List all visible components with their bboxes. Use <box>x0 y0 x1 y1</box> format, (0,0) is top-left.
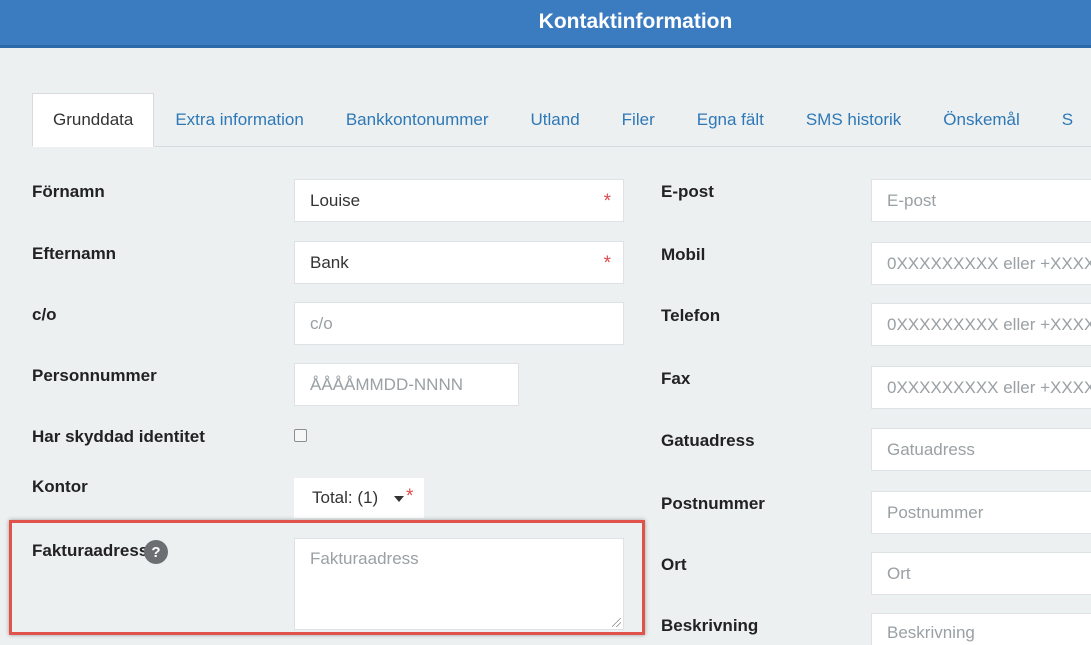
tab-onskemal[interactable]: Önskemål <box>922 93 1041 146</box>
required-marker: * <box>603 191 611 212</box>
kontor-value: Total: (1) <box>312 488 379 507</box>
co-placeholder: c/o <box>310 313 333 333</box>
mobil-placeholder: 0XXXXXXXXX eller +XXXX <box>887 253 1091 273</box>
personnummer-label: Personnummer <box>32 366 157 385</box>
tab-bar: Grunddata Extra information Bankkontonum… <box>32 93 1091 147</box>
kontor-select[interactable]: Total: (1) * <box>294 478 424 518</box>
telefon-label: Telefon <box>661 306 721 325</box>
gatuadress-field[interactable]: Gatuadress <box>871 428 1091 471</box>
co-field[interactable]: c/o <box>294 302 624 345</box>
gatuadress-placeholder: Gatuadress <box>887 439 975 459</box>
tab-sms-historik[interactable]: SMS historik <box>785 93 922 146</box>
highlight-box <box>9 520 645 635</box>
beskrivning-field[interactable]: Beskrivning <box>871 613 1091 645</box>
postnummer-placeholder: Postnummer <box>887 502 984 522</box>
fax-label: Fax <box>661 369 691 388</box>
fornamn-value: Louise <box>310 190 361 210</box>
postnummer-label: Postnummer <box>661 494 765 513</box>
ort-placeholder: Ort <box>887 563 911 583</box>
page-header: Kontaktinformation <box>0 0 1091 48</box>
personnummer-placeholder: ÅÅÅÅMMDD-NNNN <box>310 374 463 394</box>
personnummer-field[interactable]: ÅÅÅÅMMDD-NNNN <box>294 363 519 406</box>
epost-field[interactable]: E-post <box>871 179 1091 222</box>
required-marker: * <box>406 486 414 507</box>
tab-egna-falt[interactable]: Egna fält <box>676 93 785 146</box>
ort-field[interactable]: Ort <box>871 552 1091 595</box>
tab-bankkontonummer[interactable]: Bankkontonummer <box>325 93 510 146</box>
tab-overflow[interactable]: S <box>1041 93 1091 146</box>
telefon-placeholder: 0XXXXXXXXX eller +XXXX <box>887 314 1091 334</box>
epost-placeholder: E-post <box>887 190 937 210</box>
fax-field[interactable]: 0XXXXXXXXX eller +XXXX <box>871 366 1091 409</box>
epost-label: E-post <box>661 182 714 201</box>
fornamn-field[interactable]: Louise * <box>294 179 624 222</box>
ort-label: Ort <box>661 555 687 574</box>
fornamn-label: Förnamn <box>32 182 105 201</box>
tab-grunddata[interactable]: Grunddata <box>32 93 155 147</box>
co-label: c/o <box>32 305 57 324</box>
tab-extra-information[interactable]: Extra information <box>154 93 325 146</box>
gatuadress-label: Gatuadress <box>661 431 755 450</box>
efternamn-value: Bank <box>310 252 349 272</box>
required-marker: * <box>603 253 611 274</box>
postnummer-field[interactable]: Postnummer <box>871 491 1091 534</box>
mobil-label: Mobil <box>661 245 706 264</box>
telefon-field[interactable]: 0XXXXXXXXX eller +XXXX <box>871 303 1091 346</box>
caret-down-icon <box>394 496 404 502</box>
kontor-label: Kontor <box>32 477 88 496</box>
mobil-field[interactable]: 0XXXXXXXXX eller +XXXX <box>871 242 1091 285</box>
skyddad-identitet-label: Har skyddad identitet <box>32 427 205 446</box>
tab-utland[interactable]: Utland <box>510 93 601 146</box>
fax-placeholder: 0XXXXXXXXX eller +XXXX <box>887 377 1091 397</box>
tab-filer[interactable]: Filer <box>601 93 676 146</box>
page-title: Kontaktinformation <box>538 9 733 33</box>
skyddad-identitet-checkbox[interactable] <box>294 429 307 442</box>
beskrivning-label: Beskrivning <box>661 616 759 635</box>
efternamn-label: Efternamn <box>32 244 117 263</box>
beskrivning-placeholder: Beskrivning <box>887 623 975 642</box>
efternamn-field[interactable]: Bank * <box>294 241 624 284</box>
